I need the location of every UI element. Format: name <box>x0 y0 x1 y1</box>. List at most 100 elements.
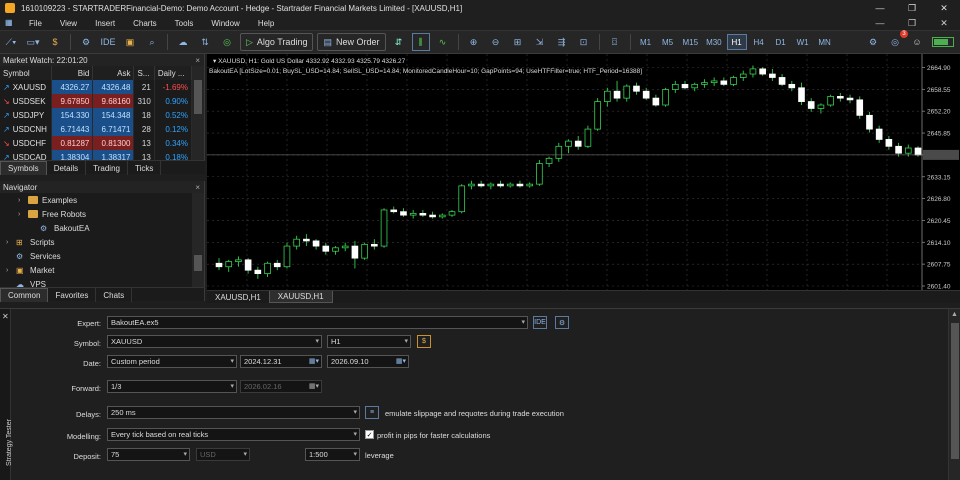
symbol-cell[interactable]: ↘ USDSEK <box>0 94 53 108</box>
timeframe-mn[interactable]: MN <box>815 34 835 50</box>
timeframe-h4[interactable]: H4 <box>749 34 769 50</box>
timeframe-m5[interactable]: M5 <box>658 34 678 50</box>
column-header[interactable]: S... <box>133 66 155 80</box>
timeframe-d1[interactable]: D1 <box>771 34 791 50</box>
menu-tools[interactable]: Tools <box>166 19 203 28</box>
column-header[interactable]: Ask <box>92 66 135 80</box>
date-to-field[interactable]: 2026.09.10 ▦▾ <box>327 355 409 368</box>
marketplace-icon[interactable]: ▣ <box>121 33 139 51</box>
column-header[interactable]: Daily ... <box>154 66 193 80</box>
new-order-button[interactable]: ▤ New Order <box>317 33 386 51</box>
close-icon[interactable]: × <box>195 56 200 65</box>
screenshot-icon[interactable]: ⌼ <box>606 33 624 51</box>
navigator-item-examples[interactable]: › Examples <box>0 193 204 207</box>
symbol-cell[interactable]: ↗ XAUUSD <box>0 80 53 94</box>
table-row[interactable]: ↘ USDSEK 9.67850 9.68160 310 0.90% <box>0 94 193 108</box>
line-chart-icon[interactable]: ∿ <box>434 33 452 51</box>
menu-window[interactable]: Window <box>202 19 248 28</box>
ide-button[interactable]: IDE <box>99 33 117 51</box>
chart-restore-button[interactable]: ❐ <box>896 16 928 30</box>
modelling-select[interactable]: Every tick based on real ticks ▾ <box>107 428 360 441</box>
new-chart-icon[interactable]: ▭▾ <box>24 33 42 51</box>
chart-type-icon[interactable]: ⟋▾ <box>2 33 20 51</box>
calendar-icon[interactable]: ▦▾ <box>309 357 319 365</box>
market-watch-scrollbar[interactable] <box>192 66 204 162</box>
cloud-icon[interactable]: ☁ <box>174 33 192 51</box>
column-header[interactable]: Bid <box>51 66 94 80</box>
menu-charts[interactable]: Charts <box>124 19 166 28</box>
deposit-field[interactable]: 75 ▾ <box>107 448 190 461</box>
table-row[interactable]: ↗ USDCNH 6.71443 6.71471 28 0.12% <box>0 122 193 136</box>
tab-trading[interactable]: Trading <box>86 161 128 175</box>
vps-icon[interactable]: ⇅ <box>196 33 214 51</box>
tab-symbols[interactable]: Symbols <box>0 161 47 175</box>
price-chart[interactable]: 2664.902658.552652.202645.852639.502633.… <box>207 54 960 290</box>
table-row[interactable]: ↗ USDJPY 154.330 154.348 18 0.52% <box>0 108 193 122</box>
period-select[interactable]: H1 ▾ <box>327 335 411 348</box>
timeframe-h1[interactable]: H1 <box>726 34 747 50</box>
autoscroll-icon[interactable]: ⇲ <box>531 33 549 51</box>
navigator-item-bakoutea[interactable]: ⚙ BakoutEA <box>0 221 204 235</box>
one-click-trading-icon[interactable]: ⇵ <box>390 33 408 51</box>
menu-help[interactable]: Help <box>249 19 283 28</box>
table-row[interactable]: ↘ USDCHF 0.81287 0.81300 13 0.34% <box>0 136 193 150</box>
navigator-item-market[interactable]: › ▣ Market <box>0 263 204 277</box>
chart-minimize-button[interactable]: — <box>864 16 896 30</box>
symbol-cell[interactable]: ↗ USDCNH <box>0 122 53 136</box>
scrollbar-thumb[interactable] <box>951 323 959 459</box>
chart-shift-icon[interactable]: ⇶ <box>553 33 571 51</box>
close-button[interactable]: ✕ <box>928 0 960 16</box>
notifications-icon[interactable]: ◎ 3 <box>886 30 908 51</box>
timeframe-m15[interactable]: M15 <box>680 34 702 50</box>
candlestick-icon[interactable]: ⫼ <box>411 33 430 51</box>
close-icon[interactable]: × <box>195 183 200 192</box>
date-mode-select[interactable]: Custom period ▾ <box>107 355 237 368</box>
forward-select[interactable]: 1/3 ▾ <box>107 380 237 393</box>
column-header[interactable]: Symbol <box>0 66 53 80</box>
tab-ticks[interactable]: Ticks <box>128 161 162 175</box>
chevron-right-icon[interactable]: › <box>6 239 16 246</box>
tile-windows-icon[interactable]: ⊞ <box>509 33 527 51</box>
indicators-icon[interactable]: ⊡ <box>575 33 593 51</box>
settings-icon[interactable]: ⚙ <box>864 33 882 51</box>
symbol-cell[interactable]: ↗ USDJPY <box>0 108 53 122</box>
menu-view[interactable]: View <box>51 19 86 28</box>
algo-trading-button[interactable]: ▷ Algo Trading <box>240 33 314 51</box>
tester-scrollbar[interactable]: ▲ <box>948 309 960 480</box>
menu-file[interactable]: File <box>20 19 51 28</box>
restore-button[interactable]: ❐ <box>896 0 928 16</box>
timeframe-m1[interactable]: M1 <box>636 34 656 50</box>
settings-icon[interactable]: ⚙ <box>555 316 569 329</box>
account-icon[interactable]: $ <box>46 33 64 51</box>
tab-favorites[interactable]: Favorites <box>48 288 97 302</box>
tab-common[interactable]: Common <box>0 288 49 302</box>
date-from-field[interactable]: 2024.12.31 ▦▾ <box>240 355 322 368</box>
close-icon[interactable]: ✕ <box>2 312 9 321</box>
signals-icon[interactable]: ◎ <box>218 33 236 51</box>
chart-close-button[interactable]: ✕ <box>928 16 960 30</box>
user-icon[interactable]: ☺ <box>908 33 926 51</box>
navigator-scrollbar[interactable] <box>192 193 204 287</box>
help-icon[interactable]: ⌕ <box>143 33 161 51</box>
symbol-spec-icon[interactable]: $ <box>417 335 431 348</box>
delays-select[interactable]: 250 ms ▾ <box>107 406 360 419</box>
tab-chats[interactable]: Chats <box>96 288 133 302</box>
leverage-select[interactable]: 1:500 ▾ <box>305 448 360 461</box>
chevron-right-icon[interactable]: › <box>18 197 28 204</box>
navigator-item-services[interactable]: ⚙ Services <box>0 249 204 263</box>
chart-tab[interactable]: XAUUSD,H1 <box>207 291 269 303</box>
zoom-in-icon[interactable]: ⊕ <box>465 33 483 51</box>
delays-settings-icon[interactable]: ≡ <box>365 406 379 419</box>
menu-insert[interactable]: Insert <box>86 19 124 28</box>
scrollbar-thumb[interactable] <box>194 80 202 114</box>
timeframe-w1[interactable]: W1 <box>793 34 813 50</box>
navigator-item-scripts[interactable]: › ⊞ Scripts <box>0 235 204 249</box>
symbol-select[interactable]: XAUUSD ▾ <box>107 335 322 348</box>
chart-window-icon[interactable]: ▦ <box>5 18 17 28</box>
strategy-icon[interactable]: ⚙ <box>77 33 95 51</box>
scroll-up-icon[interactable]: ▲ <box>951 311 958 318</box>
navigator-item-free-robots[interactable]: › Free Robots <box>0 207 204 221</box>
expert-select[interactable]: BakoutEA.ex5 ▾ <box>107 316 528 329</box>
scrollbar-thumb[interactable] <box>194 255 202 271</box>
profit-in-pips-checkbox[interactable]: ✓ <box>365 430 374 439</box>
